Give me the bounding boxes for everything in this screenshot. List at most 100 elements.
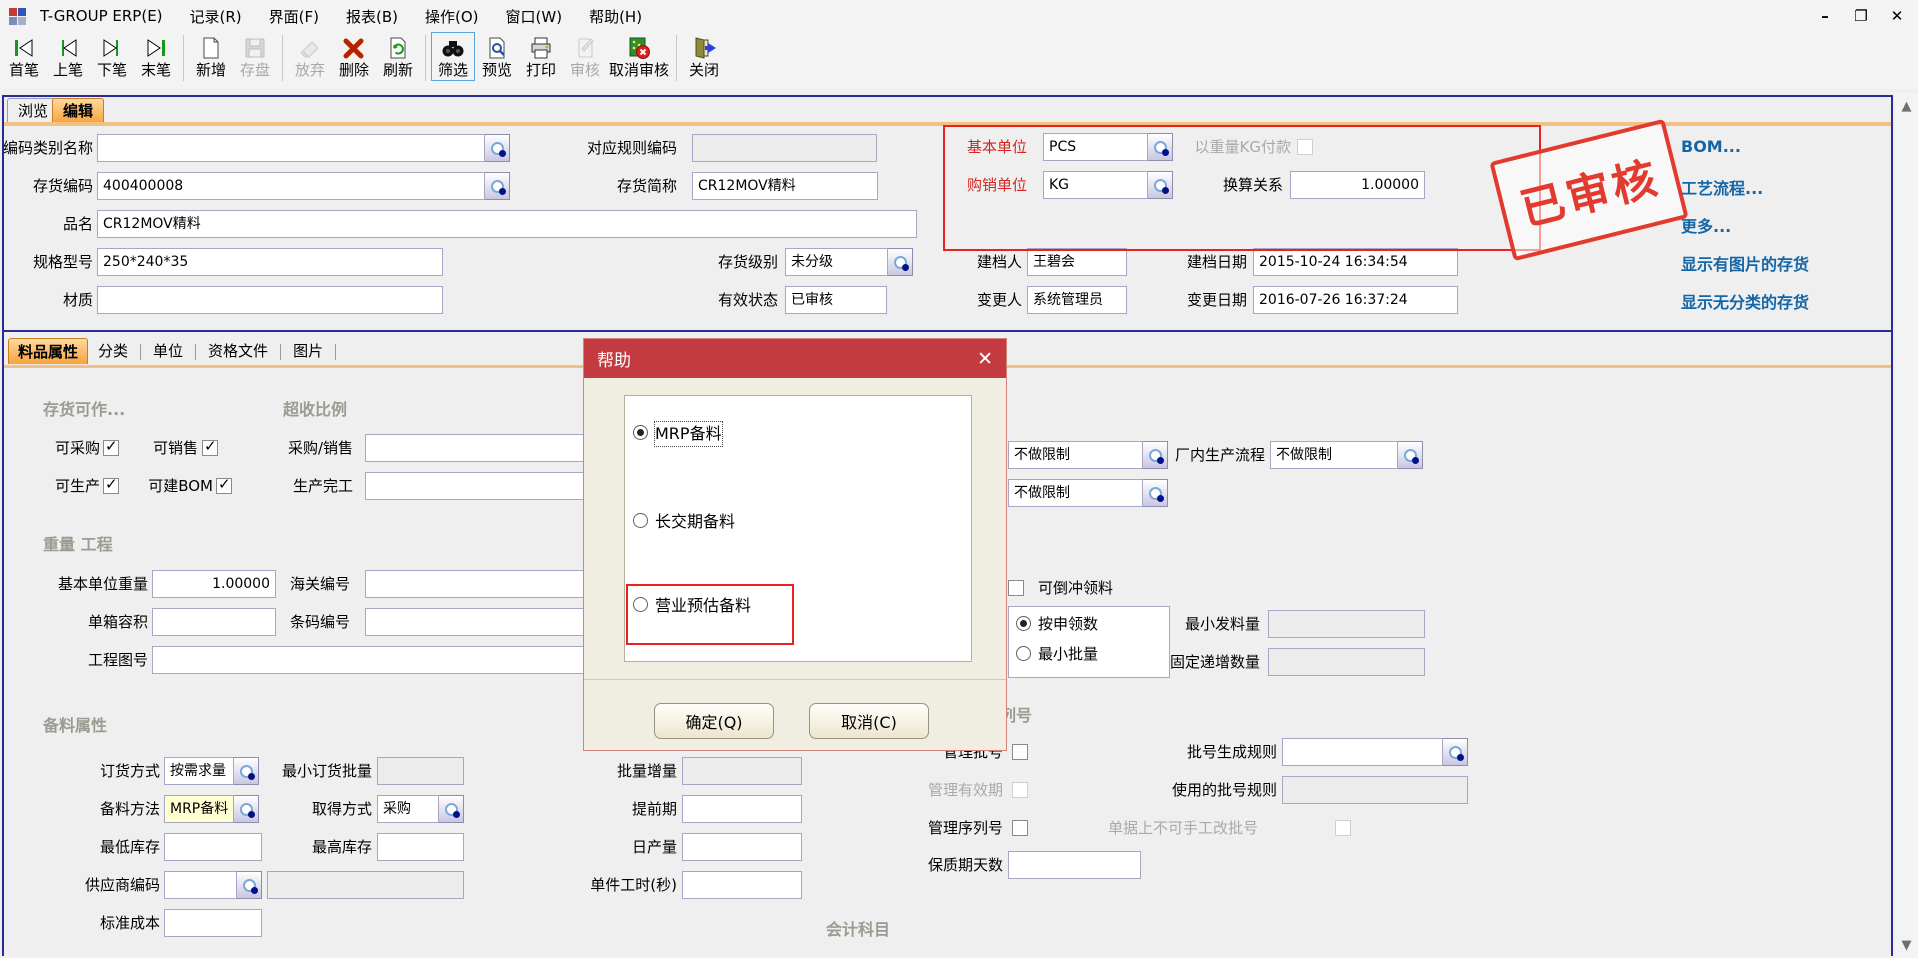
preview-button[interactable]: 预览 (475, 32, 519, 81)
min-stock-field[interactable] (164, 833, 262, 861)
option-mrp[interactable]: MRP备料 (625, 422, 971, 446)
process-flow-link[interactable]: 工艺流程... (1681, 175, 1763, 199)
vertical-scrollbar[interactable]: ▲ ▼ (1895, 93, 1918, 958)
cancel-audit-button[interactable]: 取消审核 (607, 32, 671, 81)
cancel-button[interactable]: 取消(C) (809, 703, 929, 739)
lead-time-field[interactable] (682, 795, 802, 823)
can-sell-checkbox[interactable] (202, 440, 218, 456)
trade-unit-field[interactable]: KG (1043, 171, 1148, 199)
close-window-icon[interactable]: ✕ (1886, 7, 1908, 25)
next-record-button[interactable]: 下笔 (90, 32, 134, 81)
subtab-classification[interactable]: 分类 (88, 337, 138, 364)
subtab-item-attributes[interactable]: 料品属性 (8, 338, 88, 364)
more-link[interactable]: 更多... (1681, 213, 1731, 237)
limit1-field[interactable]: 不做限制 (1008, 441, 1143, 469)
restore-icon[interactable]: ❐ (1850, 7, 1872, 25)
base-unit-field[interactable]: PCS (1043, 133, 1148, 161)
scroll-up-icon[interactable]: ▲ (1895, 95, 1918, 117)
supplier-code-lookup-button[interactable] (237, 871, 262, 899)
ok-button[interactable]: 确定(Q) (654, 703, 774, 739)
scroll-down-icon[interactable]: ▼ (1895, 934, 1918, 956)
barcode-field[interactable] (365, 608, 593, 636)
option-long-lead[interactable]: 长交期备料 (625, 510, 971, 534)
can-bom-checkbox[interactable] (216, 478, 232, 494)
can-produce-checkbox[interactable] (103, 478, 119, 494)
item-level-field-group: 未分级 (785, 248, 913, 276)
menu-help[interactable]: 帮助(H) (589, 6, 642, 27)
menu-tgroup-erp[interactable]: T-GROUP ERP(E) (40, 7, 163, 25)
factory-flow-field[interactable]: 不做限制 (1270, 441, 1398, 469)
manage-batch-checkbox[interactable] (1012, 744, 1028, 760)
subtab-unit[interactable]: 单位 (143, 337, 193, 364)
item-level-field[interactable]: 未分级 (785, 248, 888, 276)
menu-operation[interactable]: 操作(O) (425, 6, 479, 27)
batch-rule-lookup-button[interactable] (1443, 738, 1468, 766)
order-mode-field[interactable]: 按需求量 (164, 757, 234, 785)
material-field[interactable] (97, 286, 443, 314)
binoculars-icon (439, 34, 467, 62)
backflush-checkbox[interactable] (1008, 580, 1024, 596)
shelf-life-field[interactable] (1008, 851, 1141, 879)
tab-edit[interactable]: 编辑 (52, 98, 104, 123)
print-button[interactable]: 打印 (519, 32, 563, 81)
limit2-field[interactable]: 不做限制 (1008, 479, 1143, 507)
can-purchase-checkbox[interactable] (103, 440, 119, 456)
menu-record[interactable]: 记录(R) (190, 6, 242, 27)
prod-complete-field[interactable] (365, 472, 593, 500)
acquire-mode-lookup-button[interactable] (439, 795, 464, 823)
mrp-radio[interactable] (633, 425, 648, 440)
spec-field[interactable]: 250*240*35 (97, 248, 443, 276)
dialog-close-icon[interactable]: ✕ (977, 348, 993, 370)
close-form-button[interactable]: 关闭 (682, 32, 726, 81)
trade-unit-lookup-button[interactable] (1148, 171, 1173, 199)
std-cost-field[interactable] (164, 909, 262, 937)
help-dialog-titlebar[interactable]: 帮助 ✕ (584, 339, 1006, 378)
long-lead-radio[interactable] (633, 513, 648, 528)
limit2-lookup-button[interactable] (1143, 479, 1168, 507)
option-sales-forecast[interactable]: 营业预估备料 (625, 594, 971, 618)
menu-window[interactable]: 窗口(W) (506, 6, 563, 27)
code-category-label: 编码类别名称 (0, 134, 93, 162)
item-code-field[interactable]: 400400008 (97, 172, 485, 200)
refresh-button[interactable]: 刷新 (376, 32, 420, 81)
bom-link[interactable]: BOM... (1681, 137, 1741, 156)
customs-code-field[interactable] (365, 570, 593, 598)
drawing-no-field[interactable] (152, 646, 593, 674)
code-category-lookup-button[interactable] (485, 134, 510, 162)
purchase-sale-field[interactable] (365, 434, 593, 462)
item-code-lookup-button[interactable] (485, 172, 510, 200)
delete-button[interactable]: 删除 (332, 32, 376, 81)
new-button[interactable]: 新增 (189, 32, 233, 81)
base-unit-lookup-button[interactable] (1148, 133, 1173, 161)
minimize-icon[interactable]: – (1814, 7, 1836, 25)
sales-forecast-radio[interactable] (633, 597, 648, 612)
supplier-code-field[interactable] (164, 871, 237, 899)
issue-by-min-batch-radio[interactable] (1016, 646, 1031, 661)
subtab-picture[interactable]: 图片 (283, 337, 333, 364)
item-name-field[interactable]: CR12MOV精料 (97, 210, 917, 238)
prepare-method-field[interactable]: MRP备料 (164, 795, 234, 823)
item-short-name-field[interactable]: CR12MOV精料 (692, 172, 878, 200)
show-unclassified-items-link[interactable]: 显示无分类的存货 (1681, 289, 1809, 313)
issue-by-request-radio[interactable] (1016, 616, 1031, 631)
first-record-button[interactable]: 首笔 (2, 32, 46, 81)
show-items-with-picture-link[interactable]: 显示有图片的存货 (1681, 251, 1809, 275)
prepare-method-lookup-button[interactable] (234, 795, 259, 823)
item-level-lookup-button[interactable] (888, 248, 913, 276)
prev-record-button[interactable]: 上笔 (46, 32, 90, 81)
filter-button[interactable]: 筛选 (431, 32, 475, 81)
menu-report[interactable]: 报表(B) (346, 6, 398, 27)
acquire-mode-field[interactable]: 采购 (377, 795, 439, 823)
batch-rule-field[interactable] (1282, 738, 1443, 766)
menu-interface[interactable]: 界面(F) (269, 6, 319, 27)
manage-serial-checkbox[interactable] (1012, 820, 1028, 836)
max-stock-field[interactable] (377, 833, 464, 861)
limit1-lookup-button[interactable] (1143, 441, 1168, 469)
unit-hours-field[interactable] (682, 871, 802, 899)
conversion-field[interactable]: 1.00000 (1290, 171, 1425, 199)
factory-flow-lookup-button[interactable] (1398, 441, 1423, 469)
daily-output-field[interactable] (682, 833, 802, 861)
last-record-button[interactable]: 末笔 (134, 32, 178, 81)
subtab-qualification[interactable]: 资格文件 (198, 337, 278, 364)
code-category-field[interactable] (97, 134, 485, 162)
